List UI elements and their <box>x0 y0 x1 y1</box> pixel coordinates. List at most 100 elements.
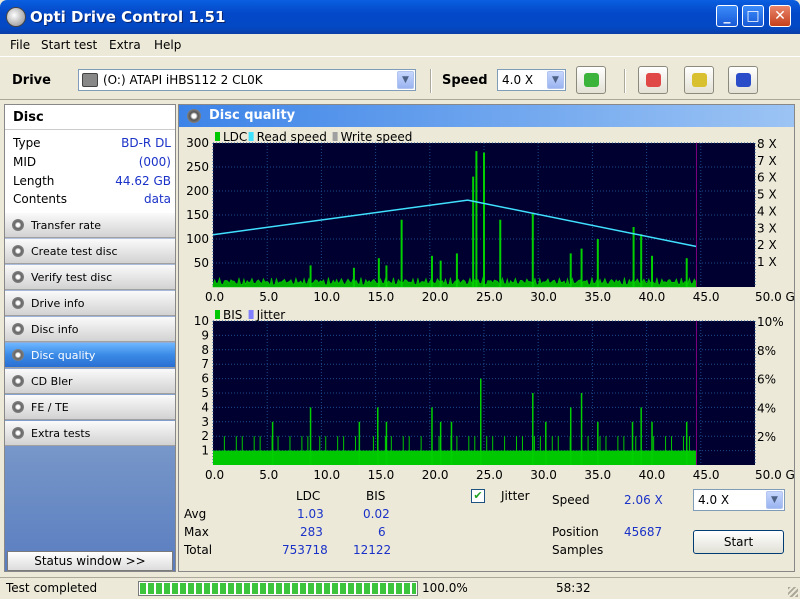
save-button[interactable] <box>728 66 758 94</box>
chevron-down-icon[interactable]: ▼ <box>766 491 783 509</box>
sidebar: Disc Type BD-R DL MID (000) Length 44.62 GB… <box>4 104 176 572</box>
sidebar-item-disc-quality[interactable]: Disc quality <box>5 343 175 368</box>
y2-tick-label: 5 X <box>757 188 777 202</box>
drive-select[interactable]: (O:) ATAPI iHBS112 2 CL0K ▼ <box>78 69 416 91</box>
info-key: MID <box>13 155 37 169</box>
sidebar-item-label: Create test disc <box>31 245 118 258</box>
info-value: 44.62 GB <box>115 174 171 188</box>
sidebar-item-fe-te[interactable]: FE / TE <box>5 395 175 420</box>
disc-icon <box>12 375 24 387</box>
legend-swatch <box>248 132 254 141</box>
avg-label: Avg <box>184 507 207 521</box>
jitter-label: Jitter <box>501 489 530 503</box>
status-window-button[interactable]: Status window >> <box>7 551 173 571</box>
sidebar-item-cd-bler[interactable]: CD Bler <box>5 369 175 394</box>
x-tick-label: 45.0 <box>693 468 720 482</box>
legend-label: Write speed <box>341 130 413 144</box>
sidebar-item-label: Drive info <box>31 297 85 310</box>
info-key: Length <box>13 174 55 188</box>
legend-label: Jitter <box>256 308 286 322</box>
speed-select[interactable]: 4.0 X ▼ <box>497 69 566 91</box>
menu-bar: File Start test Extra Help <box>0 34 800 56</box>
chevron-down-icon[interactable]: ▼ <box>397 71 414 89</box>
avg-bis: 0.02 <box>363 507 390 521</box>
y-tick-label: 150 <box>186 208 209 222</box>
sidebar-item-label: FE / TE <box>31 401 69 414</box>
progress-bar <box>138 581 418 596</box>
x-tick-label: 50.0 GB <box>755 290 794 304</box>
menu-start-test[interactable]: Start test <box>41 38 97 52</box>
y2-tick-label: 6 X <box>757 171 777 185</box>
toolbar-separator <box>624 69 626 93</box>
y2-tick-label: 4 X <box>757 204 777 218</box>
sidebar-item-extra-tests[interactable]: Extra tests <box>5 421 175 446</box>
x-tick-label: 5.0 <box>259 290 278 304</box>
sidebar-item-label: CD Bler <box>31 375 73 388</box>
total-ldc: 753718 <box>282 543 328 557</box>
sidebar-item-label: Disc quality <box>31 349 96 362</box>
progress-fill <box>140 583 416 594</box>
start-button[interactable]: Start <box>693 530 784 554</box>
x-tick-label: 35.0 <box>584 290 611 304</box>
x-tick-label: 15.0 <box>368 468 395 482</box>
disc-icon <box>12 427 24 439</box>
sidebar-item-disc-info[interactable]: Disc info <box>5 317 175 342</box>
y-tick-label: 50 <box>194 256 209 270</box>
menu-file[interactable]: File <box>10 38 30 52</box>
minimize-button[interactable]: _ <box>716 5 738 27</box>
sidebar-item-drive-info[interactable]: Drive info <box>5 291 175 316</box>
legend-swatch <box>215 310 220 319</box>
legend-label: LDC <box>223 130 247 144</box>
disc-heading: Disc <box>5 105 175 129</box>
jitter-checkbox[interactable]: ✔ <box>471 489 485 503</box>
resize-grip[interactable] <box>788 587 798 597</box>
x-tick-label: 40.0 <box>639 468 666 482</box>
y-tick-label: 100 <box>186 232 209 246</box>
info-key: Contents <box>13 192 67 206</box>
close-button[interactable]: ✕ <box>769 5 791 27</box>
max-label: Max <box>184 525 209 539</box>
x-tick-label: 20.0 <box>422 290 449 304</box>
floppy-icon <box>736 73 751 87</box>
legend-swatch <box>215 132 220 141</box>
avg-ldc: 1.03 <box>297 507 324 521</box>
sidebar-item-label: Extra tests <box>31 427 91 440</box>
x-tick-label: 30.0 <box>530 290 557 304</box>
sidebar-item-transfer-rate[interactable]: Transfer rate <box>5 213 175 238</box>
x-tick-label: 35.0 <box>584 468 611 482</box>
toolbar: Drive (O:) ATAPI iHBS112 2 CL0K ▼ Speed 4… <box>0 56 800 100</box>
panel-title: Disc quality <box>209 108 296 123</box>
erase-button[interactable] <box>638 66 668 94</box>
menu-help[interactable]: Help <box>154 38 181 52</box>
speed-stat-value: 2.06 X <box>624 493 663 507</box>
y2-tick-label: 2 X <box>757 238 777 252</box>
info-value: BD-R DL <box>121 136 171 150</box>
refresh-button[interactable] <box>576 66 606 94</box>
y-tick-label: 6 <box>201 372 209 386</box>
max-bis: 6 <box>378 525 386 539</box>
chevron-down-icon[interactable]: ▼ <box>547 71 564 89</box>
sidebar-item-verify-test-disc[interactable]: Verify test disc <box>5 265 175 290</box>
sidebar-item-create-test-disc[interactable]: Create test disc <box>5 239 175 264</box>
legend-swatch <box>332 132 338 141</box>
test-speed-select[interactable]: 4.0 X ▼ <box>693 489 785 511</box>
x-tick-label: 45.0 <box>693 290 720 304</box>
x-tick-label: 15.0 <box>368 290 395 304</box>
copy-icon <box>692 73 707 87</box>
x-tick-label: 25.0 <box>476 468 503 482</box>
y2-tick-label: 3 X <box>757 221 777 235</box>
x-tick-label: 20.0 <box>422 468 449 482</box>
info-value: (000) <box>138 155 171 169</box>
x-tick-label: 30.0 <box>530 468 557 482</box>
disc-icon <box>12 219 24 231</box>
maximize-button[interactable]: □ <box>742 5 764 27</box>
speed-label: Speed <box>442 73 488 88</box>
y-tick-label: 300 <box>186 136 209 150</box>
sidebar-item-label: Transfer rate <box>31 219 102 232</box>
drive-select-value: (O:) ATAPI iHBS112 2 CL0K <box>103 73 263 87</box>
menu-extra[interactable]: Extra <box>109 38 141 52</box>
copy-button[interactable] <box>684 66 714 94</box>
x-tick-label: 50.0 GB <box>755 468 794 482</box>
status-bar: Test completed 100.0% 58:32 <box>0 577 800 599</box>
speed-select-value: 4.0 X <box>502 73 534 87</box>
